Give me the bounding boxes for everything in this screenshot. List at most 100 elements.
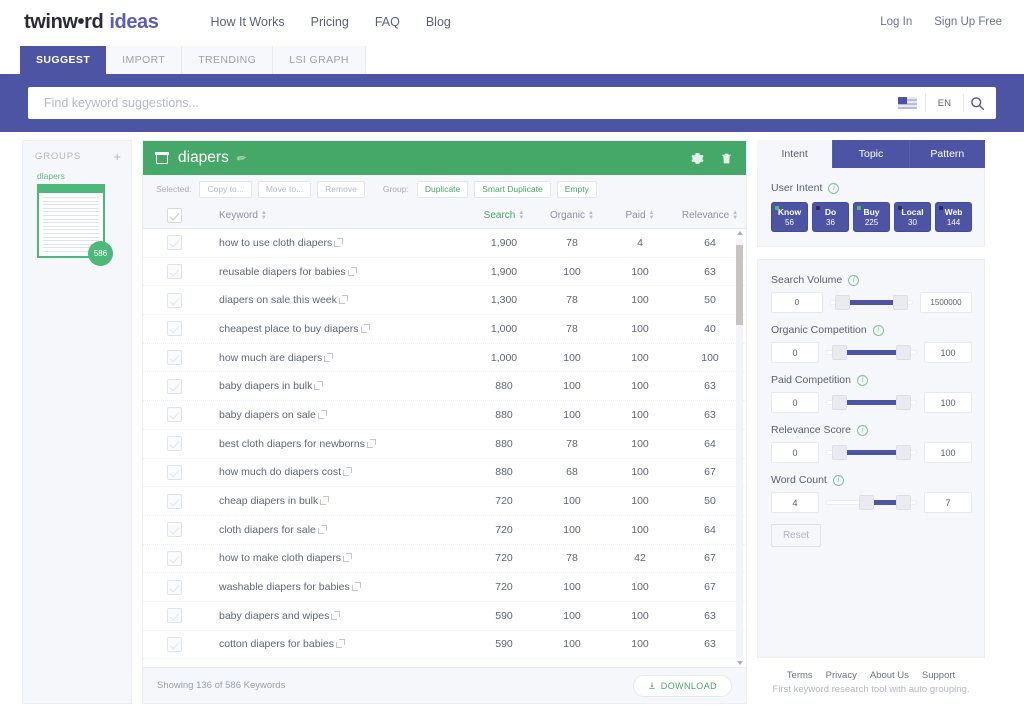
filter-range-slider[interactable] <box>826 345 917 360</box>
slider-handle-max[interactable] <box>896 395 912 410</box>
table-row[interactable]: cotton diapers for babies 590 100 100 63 <box>143 631 746 660</box>
column-header-relevance[interactable]: Relevance ▲ ▼ <box>674 210 746 222</box>
filter-range-slider[interactable] <box>830 295 913 310</box>
row-checkbox[interactable] <box>143 550 205 566</box>
reset-button[interactable]: Reset <box>771 524 821 547</box>
intent-badge-local[interactable]: Local 30 <box>894 202 931 232</box>
remove-button[interactable]: Remove <box>317 180 365 198</box>
filter-range-slider[interactable] <box>826 395 917 410</box>
slider-handle-min[interactable] <box>831 445 847 460</box>
nav-link-blog[interactable]: Blog <box>426 15 451 29</box>
slider-handle-max[interactable] <box>896 345 912 360</box>
tab-intent[interactable]: Intent <box>757 140 834 168</box>
filter-max-value[interactable]: 100 <box>924 392 972 413</box>
tab-suggest[interactable]: SUGGEST <box>20 46 107 74</box>
filter-min-value[interactable]: 0 <box>771 292 823 313</box>
row-checkbox[interactable] <box>143 493 205 509</box>
table-row[interactable]: best cloth diapers for newborns 880 78 100 6… <box>143 430 746 459</box>
footer-link-support[interactable]: Support <box>922 670 955 681</box>
filter-max-value[interactable]: 100 <box>924 442 972 463</box>
empty-button[interactable]: Empty <box>556 180 597 198</box>
slider-handle-min[interactable] <box>831 395 847 410</box>
external-link-icon[interactable] <box>314 381 324 391</box>
smart-duplicate-button[interactable]: Smart Duplicate <box>474 180 551 198</box>
app-logo[interactable]: twinw•rd ideas <box>24 11 159 34</box>
table-row[interactable]: diapers on sale this week 1,300 78 100 50 <box>143 286 746 316</box>
table-row[interactable]: cheapest place to buy diapers 1,000 78 100 4… <box>143 315 746 344</box>
info-icon[interactable]: i <box>856 424 868 436</box>
table-row[interactable]: baby diapers on sale 880 100 100 63 <box>143 401 746 430</box>
filter-range-slider[interactable] <box>826 495 917 510</box>
table-row[interactable]: reusable diapers for babies 1,900 100 100 63 <box>143 258 746 287</box>
table-row[interactable]: baby diapers and wipes 590 100 100 63 <box>143 602 746 631</box>
slider-handle-min[interactable] <box>831 345 847 360</box>
filter-max-value[interactable]: 7 <box>924 492 972 513</box>
table-row[interactable]: baby diapers in bulk 880 100 100 63 <box>143 372 746 402</box>
search-input[interactable] <box>44 96 898 110</box>
row-checkbox[interactable] <box>143 378 205 394</box>
footer-link-terms[interactable]: Terms <box>787 670 813 681</box>
search-box[interactable]: EN <box>28 87 996 119</box>
external-link-icon[interactable] <box>342 553 352 563</box>
row-checkbox[interactable] <box>143 350 205 366</box>
move-to-button[interactable]: Move to... <box>257 180 312 198</box>
external-link-icon[interactable] <box>338 295 348 305</box>
row-checkbox[interactable] <box>143 522 205 538</box>
tab-pattern[interactable]: Pattern <box>909 140 985 168</box>
signup-link[interactable]: Sign Up Free <box>934 16 1002 28</box>
slider-handle-max[interactable] <box>896 445 912 460</box>
slider-handle-min[interactable] <box>834 295 850 310</box>
scroll-down-arrow-icon[interactable] <box>736 661 743 665</box>
slider-handle-max[interactable] <box>893 295 909 310</box>
row-checkbox[interactable] <box>143 464 205 480</box>
column-header-paid[interactable]: Paid ▲ ▼ <box>606 210 674 222</box>
download-button[interactable]: DOWNLOAD <box>632 674 732 697</box>
intent-badge-do[interactable]: Do 36 <box>812 202 849 232</box>
login-link[interactable]: Log In <box>880 16 912 28</box>
table-row[interactable]: how to make cloth diapers 720 78 42 67 <box>143 545 746 574</box>
column-header-organic[interactable]: Organic ▲ ▼ <box>538 210 606 222</box>
row-checkbox[interactable] <box>143 407 205 423</box>
scroll-up-arrow-icon[interactable] <box>736 231 743 235</box>
row-checkbox[interactable] <box>143 235 205 251</box>
filter-min-value[interactable]: 0 <box>771 392 819 413</box>
external-link-icon[interactable] <box>334 237 344 247</box>
us-flag-icon[interactable] <box>897 97 917 109</box>
info-icon[interactable]: i <box>832 474 844 486</box>
row-checkbox[interactable] <box>143 292 205 308</box>
table-row[interactable]: how much do diapers cost 880 68 100 67 <box>143 459 746 488</box>
pencil-icon[interactable]: ✏ <box>236 151 247 165</box>
gear-icon[interactable] <box>691 152 704 165</box>
add-group-button[interactable]: + <box>113 150 121 163</box>
external-link-icon[interactable] <box>360 323 370 333</box>
tab-trending[interactable]: TRENDING <box>182 46 274 74</box>
slider-handle-max[interactable] <box>896 495 912 510</box>
intent-badge-web[interactable]: Web 144 <box>935 202 972 232</box>
external-link-icon[interactable] <box>342 467 352 477</box>
info-icon[interactable]: i <box>828 182 840 194</box>
nav-link-faq[interactable]: FAQ <box>375 15 400 29</box>
filter-min-value[interactable]: 0 <box>771 342 819 363</box>
external-link-icon[interactable] <box>366 438 376 448</box>
column-header-keyword[interactable]: Keyword ▲ ▼ <box>205 210 470 222</box>
filter-max-value[interactable]: 100 <box>924 342 972 363</box>
filter-min-value[interactable]: 0 <box>771 442 819 463</box>
nav-link-pricing[interactable]: Pricing <box>311 15 349 29</box>
trash-icon[interactable] <box>720 152 733 165</box>
nav-link-how-it-works[interactable]: How It Works <box>211 15 285 29</box>
tab-topic[interactable]: Topic <box>833 140 910 168</box>
row-checkbox[interactable] <box>143 264 205 280</box>
intent-badge-know[interactable]: Know 56 <box>771 202 808 232</box>
filter-range-slider[interactable] <box>826 445 917 460</box>
search-icon[interactable] <box>964 96 990 111</box>
info-icon[interactable]: i <box>872 324 884 336</box>
footer-link-about-us[interactable]: About Us <box>870 670 909 681</box>
row-checkbox[interactable] <box>143 321 205 337</box>
info-icon[interactable]: i <box>856 374 868 386</box>
external-link-icon[interactable] <box>351 582 361 592</box>
info-icon[interactable]: i <box>848 274 860 286</box>
external-link-icon[interactable] <box>317 524 327 534</box>
external-link-icon[interactable] <box>320 496 330 506</box>
table-row[interactable]: cloth diapers for sale 720 100 100 64 <box>143 516 746 545</box>
row-checkbox[interactable] <box>143 579 205 595</box>
